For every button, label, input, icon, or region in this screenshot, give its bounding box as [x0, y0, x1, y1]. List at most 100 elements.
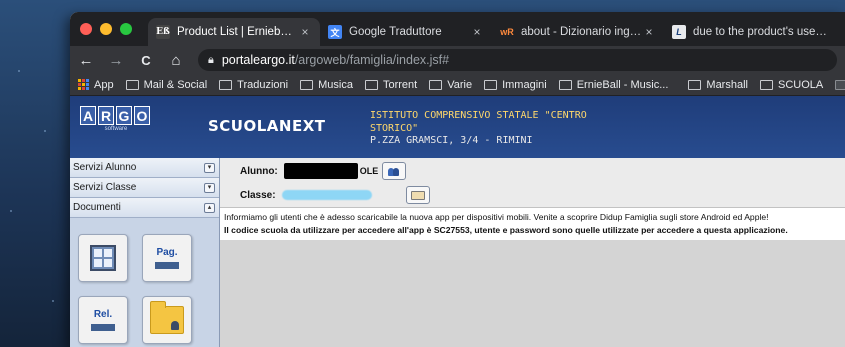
reload-button[interactable]: C — [138, 54, 154, 67]
school-address: P.ZZA GRAMSCI, 3/4 - RIMINI — [370, 135, 533, 146]
classe-row: Classe: — [240, 186, 430, 204]
sidebar-item-label: Servizi Classe — [73, 182, 137, 193]
bookmark-folder[interactable]: SCUOLA — [759, 78, 824, 91]
tile-label: Rel. — [93, 309, 113, 320]
bookmark-label: Traduzioni — [237, 78, 289, 91]
chevron-down-icon[interactable]: ▾ — [204, 162, 215, 173]
redacted-class-name — [281, 190, 372, 200]
url-path: /argoweb/famiglia/index.jsf# — [294, 53, 450, 67]
header-banner: A R G O software SCUOLANEXT ISTITUTO COM… — [70, 96, 845, 158]
alunno-row: Alunno: OLE — [240, 162, 407, 180]
desktop-star — [10, 210, 12, 212]
notice-line-school-code: Il codice scuola da utilizzare per acced… — [224, 225, 788, 235]
logo-letter: R — [98, 106, 114, 125]
desktop-star — [18, 70, 20, 72]
sidebar-item-servizi-classe[interactable]: Servizi Classe ▾ — [70, 178, 219, 198]
bookmark-label: Varie — [447, 78, 473, 91]
select-class-button[interactable] — [405, 186, 430, 204]
school-line: STORICO" — [370, 122, 419, 134]
bookmark-label: Marshall — [706, 78, 748, 91]
select-student-button[interactable] — [382, 162, 407, 180]
folder-icon — [429, 79, 443, 90]
bookmark-app[interactable]: App — [78, 79, 114, 91]
url-host: portaleargo.it — [221, 53, 295, 67]
ecamp-icon — [835, 79, 845, 90]
maximize-window-button[interactable] — [120, 23, 132, 35]
tile-relazione[interactable]: Rel. — [78, 296, 128, 344]
app-name: SCUOLANEXT — [208, 117, 326, 135]
eb-icon: Eß — [156, 25, 170, 39]
desktop-star — [44, 130, 46, 132]
chevron-down-icon[interactable]: ▾ — [204, 182, 215, 193]
bookmark-folder[interactable]: ErnieBall - Music... — [558, 79, 668, 91]
folder-icon — [688, 79, 702, 90]
student-filters: Alunno: OLE Classe: — [220, 158, 845, 208]
browser-toolbar: ← → C ⌂ 🔒︎ portaleargo.it /argoweb/famig… — [70, 46, 845, 74]
folder-icon — [759, 79, 773, 90]
main-layout: Servizi Alunno ▾ Servizi Classe ▾ Docume… — [70, 158, 845, 347]
redacted-student-name — [283, 163, 358, 179]
sidebar-item-servizi-alunno[interactable]: Servizi Alunno ▾ — [70, 158, 219, 178]
bookmark-label: Torrent — [382, 78, 418, 91]
close-icon[interactable]: × — [642, 25, 656, 39]
tab-linguee[interactable]: L due to the product's use - Trad — [664, 18, 836, 46]
tab-title: Google Traduttore — [349, 26, 442, 38]
bookmark-ecamp[interactable]: eCamp — [835, 79, 845, 91]
board-icon — [90, 245, 116, 271]
browser-window: Eß Product List | Ernieball CMS × 文 Goog… — [70, 12, 845, 347]
documenti-tiles: Pag. Rel. — [70, 218, 219, 344]
apps-icon — [78, 79, 89, 90]
tab-ernieball-cms[interactable]: Eß Product List | Ernieball CMS × — [148, 18, 320, 46]
tile-pagella[interactable]: Pag. — [142, 234, 192, 282]
folder-icon — [219, 79, 233, 90]
tab-title: Product List | Ernieball CMS — [177, 26, 298, 38]
bookmark-folder[interactable]: Immagini — [484, 79, 547, 91]
logo-letter: G — [116, 106, 132, 125]
tile-documenti-alunno[interactable] — [142, 296, 192, 344]
bookmark-label: SCUOLA — [777, 78, 824, 91]
address-bar[interactable]: 🔒︎ portaleargo.it /argoweb/famiglia/inde… — [198, 49, 837, 71]
back-button[interactable]: ← — [78, 53, 94, 68]
folder-icon — [484, 79, 498, 90]
bookmark-label: Mail & Social — [143, 78, 208, 91]
alunno-label: Alunno: — [240, 165, 278, 177]
relazione-icon — [91, 324, 115, 331]
school-line: ISTITUTO COMPRENSIVO STATALE "CENTRO — [370, 110, 587, 121]
tab-strip: Eß Product List | Ernieball CMS × 文 Goog… — [70, 12, 845, 46]
page-content: A R G O software SCUOLANEXT ISTITUTO COM… — [70, 96, 845, 347]
sidebar-item-label: Servizi Alunno — [73, 162, 137, 173]
folder-icon — [125, 79, 139, 90]
tab-google-traduttore[interactable]: 文 Google Traduttore × — [320, 18, 492, 46]
minimize-window-button[interactable] — [100, 23, 112, 35]
forward-button[interactable]: → — [108, 53, 124, 68]
folder-icon — [558, 79, 572, 90]
close-window-button[interactable] — [80, 23, 92, 35]
main-panel: Alunno: OLE Classe: Informiamo gli utent… — [220, 158, 845, 347]
bookmark-folder[interactable]: Torrent — [364, 78, 418, 91]
bookmark-folder[interactable]: Varie — [429, 79, 472, 91]
tab-title: about - Dizionario inglese-italia — [521, 26, 642, 38]
bookmark-folder[interactable]: Musica — [300, 79, 353, 91]
bookmark-folder[interactable]: Traduzioni — [219, 79, 288, 91]
chevron-up-icon[interactable]: ▴ — [204, 202, 215, 213]
tray-icon — [410, 190, 425, 200]
notice-line: Informiamo gli utenti che è adesso scari… — [224, 212, 769, 222]
tile-bacheca[interactable] — [78, 234, 128, 282]
close-icon[interactable]: × — [298, 25, 312, 39]
lock-icon: 🔒︎ — [208, 53, 214, 66]
bookmarks-bar: App Mail & Social Traduzioni Musica Torr… — [70, 74, 845, 96]
tab-title: due to the product's use - Trad — [693, 26, 828, 38]
home-button[interactable]: ⌂ — [168, 53, 184, 68]
close-icon[interactable]: × — [470, 25, 484, 39]
users-icon — [388, 166, 400, 176]
tab-dizionario[interactable]: wR about - Dizionario inglese-italia × — [492, 18, 664, 46]
alunno-value: OLE — [359, 166, 379, 176]
bookmark-label: App — [94, 78, 114, 91]
bookmark-label: Musica — [318, 78, 353, 91]
bookmark-folder[interactable]: Mail & Social — [125, 78, 208, 91]
bookmark-label: Immagini — [502, 78, 547, 91]
sidebar-item-documenti[interactable]: Documenti ▴ — [70, 198, 219, 218]
sidebar: Servizi Alunno ▾ Servizi Classe ▾ Docume… — [70, 158, 220, 347]
logo-subtitle: software — [104, 126, 128, 132]
bookmark-folder[interactable]: Marshall — [688, 79, 748, 91]
